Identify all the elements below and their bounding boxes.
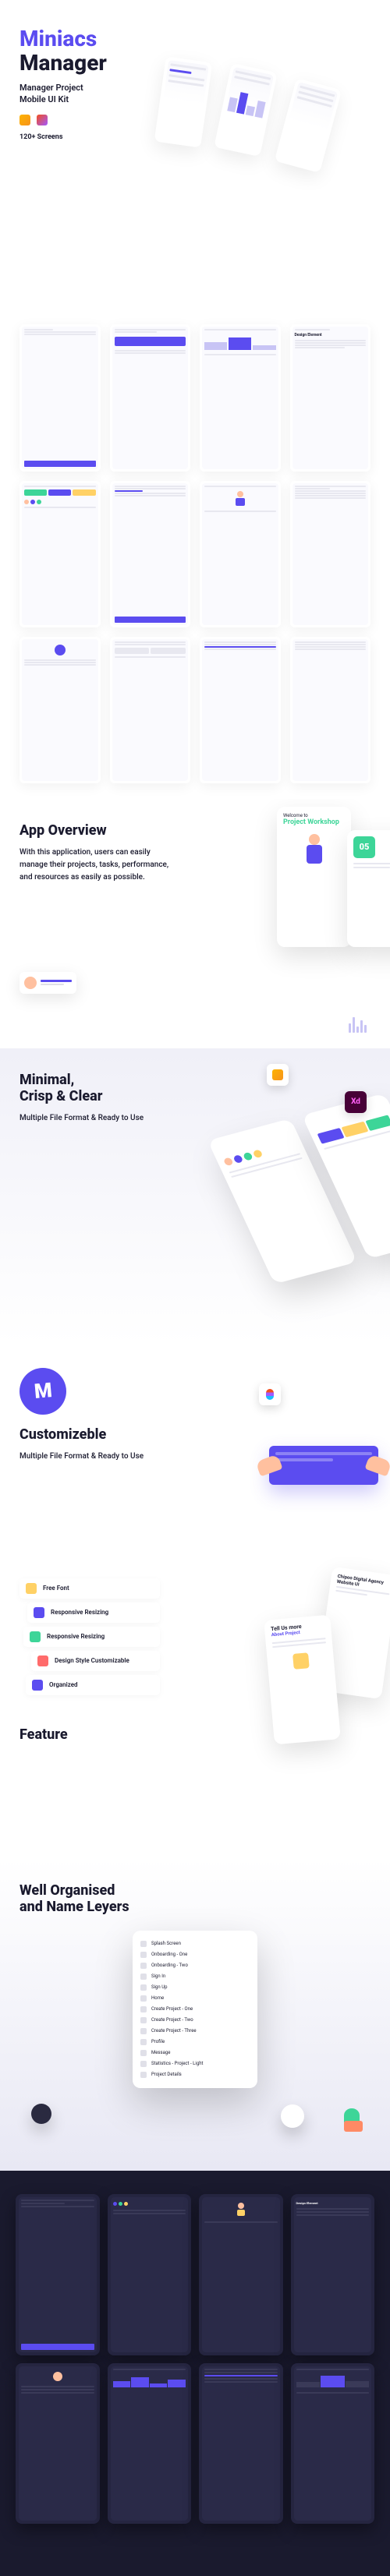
custom-body: Multiple File Format & Ready to Use bbox=[20, 1451, 176, 1463]
overview-section: App Overview With this application, user… bbox=[0, 799, 390, 1048]
screen-preview bbox=[110, 637, 191, 783]
style-icon bbox=[37, 1655, 48, 1666]
screen-preview bbox=[110, 481, 191, 627]
sphere-decoration bbox=[281, 2104, 304, 2128]
product-title-line1: Miniacs bbox=[20, 27, 370, 51]
resize-icon bbox=[30, 1631, 41, 1642]
hero-section: Miniacs Manager Manager ProjectMobile UI… bbox=[0, 0, 390, 309]
dark-screen: Design Element bbox=[291, 2194, 375, 2355]
layer-row: Statistics - Project - Light bbox=[140, 2058, 250, 2069]
feature-item: Free Font bbox=[20, 1578, 160, 1599]
overview-mockups: Welcome to Project Workshop 05 bbox=[250, 814, 390, 1033]
figma-icon bbox=[37, 115, 48, 125]
minimal-title: Minimal,Crisp & Clear bbox=[20, 1072, 370, 1104]
feature-item: Responsive Resizing bbox=[27, 1602, 160, 1623]
dark-section: Design Element bbox=[0, 2171, 390, 2576]
screen-preview: Design Element bbox=[290, 324, 371, 471]
layer-row: Project Details bbox=[140, 2069, 250, 2080]
wellorg-section: Well Organisedand Name Leyers Splash Scr… bbox=[0, 1859, 390, 2171]
feature-item: Organized bbox=[26, 1675, 160, 1695]
layer-row: Create Project - Two bbox=[140, 2015, 250, 2026]
xd-icon: Xd bbox=[345, 1091, 367, 1113]
avatar-icon bbox=[24, 977, 37, 989]
dark-screen bbox=[108, 2363, 192, 2525]
dark-screen bbox=[16, 2194, 100, 2355]
layer-row: Onboarding - Two bbox=[140, 1960, 250, 1971]
screen-preview bbox=[290, 637, 371, 783]
layer-row: Create Project - One bbox=[140, 2004, 250, 2015]
mini-chart bbox=[349, 1017, 367, 1033]
layer-row: Create Project - Three bbox=[140, 2026, 250, 2037]
screen-preview bbox=[20, 481, 101, 627]
screen-preview bbox=[200, 481, 281, 627]
organized-icon bbox=[32, 1680, 43, 1691]
screens-grid: Design Element bbox=[0, 309, 390, 799]
layer-row: Sign Up bbox=[140, 1982, 250, 1993]
iso-mockups bbox=[207, 1093, 390, 1284]
person-illustration bbox=[303, 834, 326, 865]
date-badge: 05 bbox=[353, 836, 375, 858]
feature-item: Responsive Resizing bbox=[23, 1627, 160, 1647]
sketch-icon bbox=[267, 1064, 289, 1086]
custom-title: Customizeble bbox=[20, 1426, 370, 1443]
dark-screen bbox=[199, 2194, 283, 2355]
feature-item: Design Style Customizable bbox=[31, 1651, 160, 1671]
feature-mockups: Chipoo Digital Agency Website UI Tell Us… bbox=[242, 1571, 390, 1804]
sphere-decoration bbox=[31, 2104, 51, 2124]
hands-illustration bbox=[269, 1446, 378, 1485]
screen-preview bbox=[200, 324, 281, 471]
font-icon bbox=[26, 1583, 37, 1594]
screen-preview bbox=[290, 481, 371, 627]
plant-decoration bbox=[344, 2108, 363, 2132]
resize-icon bbox=[34, 1607, 44, 1618]
features-section: Free Font Responsive Resizing Responsive… bbox=[0, 1563, 390, 1859]
screen-preview bbox=[110, 324, 191, 471]
layer-row: Home bbox=[140, 1993, 250, 2004]
dark-screen bbox=[199, 2363, 283, 2525]
layer-row: Splash Screen bbox=[140, 1938, 250, 1949]
dark-screen bbox=[16, 2363, 100, 2525]
screen-preview bbox=[200, 637, 281, 783]
minimal-section: Minimal,Crisp & Clear Multiple File Form… bbox=[0, 1048, 390, 1345]
hero-mockups bbox=[20, 153, 370, 293]
layer-row: Message bbox=[140, 2048, 250, 2058]
overview-body: With this application, users can easily … bbox=[20, 846, 176, 884]
wellorg-title: Well Organisedand Name Leyers bbox=[20, 1882, 370, 1915]
custom-section: M Customizeble Multiple File Format & Re… bbox=[0, 1345, 390, 1563]
layers-panel: Splash Screen Onboarding - One Onboardin… bbox=[133, 1931, 257, 2088]
product-logo: M bbox=[20, 1368, 66, 1415]
dark-screen bbox=[108, 2194, 192, 2355]
layer-row: Sign In bbox=[140, 1971, 250, 1982]
dark-screen bbox=[291, 2363, 375, 2525]
dark-screens-grid: Design Element bbox=[16, 2194, 374, 2524]
layer-row: Onboarding - One bbox=[140, 1949, 250, 1960]
figma-icon bbox=[259, 1383, 281, 1405]
layer-row: Profile bbox=[140, 2037, 250, 2048]
screen-preview bbox=[20, 324, 101, 471]
user-card bbox=[20, 972, 76, 994]
sketch-icon bbox=[20, 115, 30, 125]
feature-list: Free Font Responsive Resizing Responsive… bbox=[20, 1578, 160, 1695]
minimal-body: Multiple File Format & Ready to Use bbox=[20, 1112, 176, 1125]
screen-preview bbox=[20, 637, 101, 783]
